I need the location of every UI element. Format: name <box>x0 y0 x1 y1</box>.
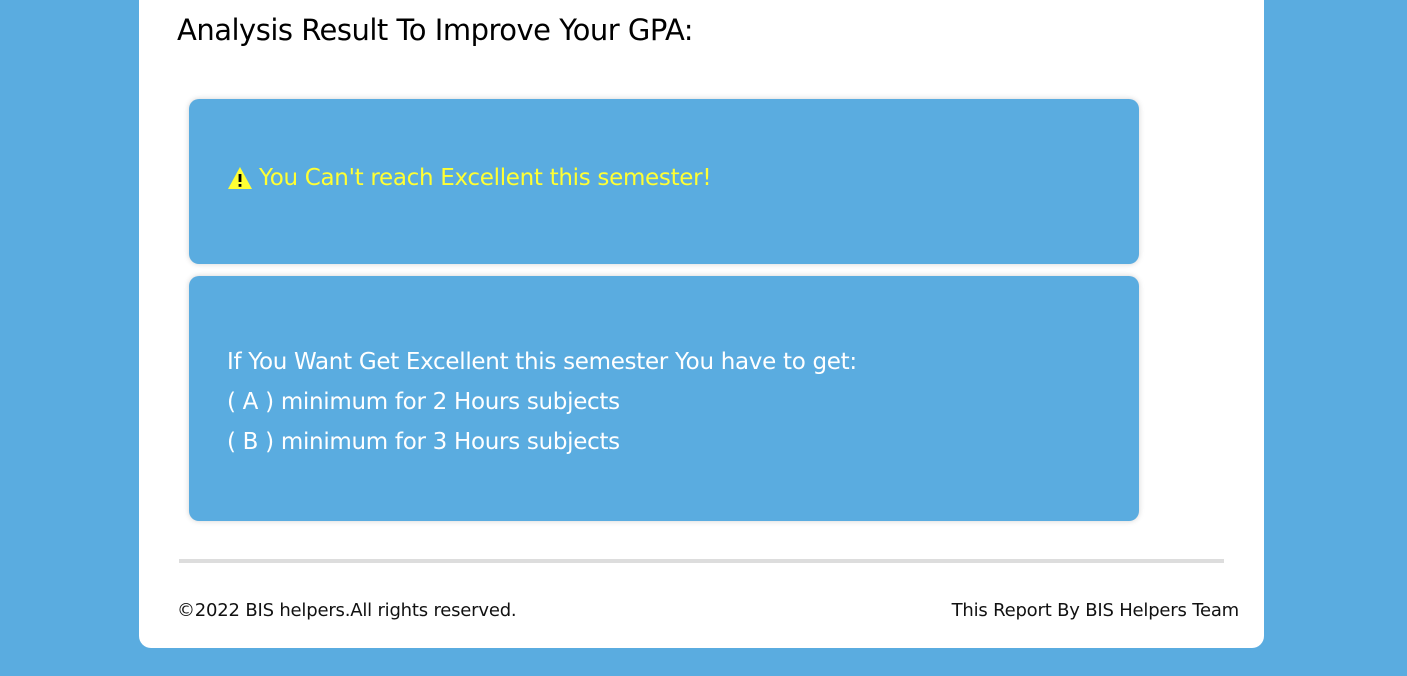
page-title: Analysis Result To Improve Your GPA: <box>177 13 694 47</box>
warning-text: You Can't reach Excellent this semester! <box>259 165 712 191</box>
warning-icon <box>227 166 253 190</box>
advice-line-b: ( B ) minimum for 3 Hours subjects <box>227 429 620 455</box>
footer-divider <box>179 559 1224 563</box>
warning-box: You Can't reach Excellent this semester! <box>189 99 1139 264</box>
copyright-text: ©2022 BIS helpers.All rights reserved. <box>177 600 517 621</box>
advice-box: If You Want Get Excellent this semester … <box>189 276 1139 521</box>
advice-content: If You Want Get Excellent this semester … <box>227 342 857 462</box>
credit-text: This Report By BIS Helpers Team <box>951 600 1240 621</box>
warning-message: You Can't reach Excellent this semester! <box>227 165 712 191</box>
advice-line-a: ( A ) minimum for 2 Hours subjects <box>227 389 620 415</box>
report-card: Analysis Result To Improve Your GPA: You… <box>139 0 1264 648</box>
advice-intro: If You Want Get Excellent this semester … <box>227 349 857 375</box>
